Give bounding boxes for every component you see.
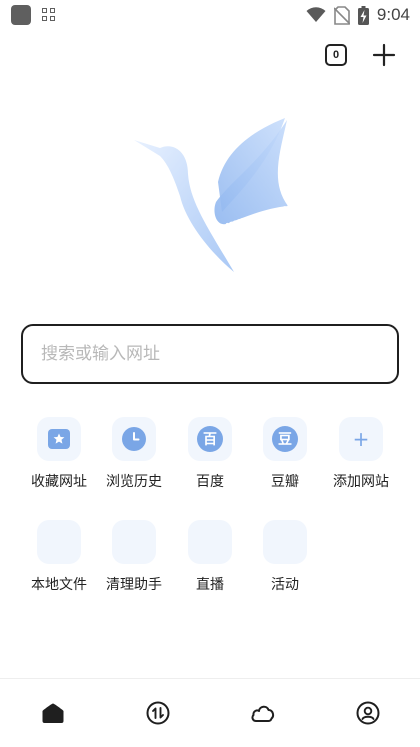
shortcut-local-files[interactable]: 本地文件 bbox=[19, 520, 99, 594]
live-icon bbox=[188, 520, 232, 564]
shortcut-bookmarks[interactable]: 收藏网址 bbox=[19, 417, 99, 491]
profile-icon bbox=[356, 701, 380, 725]
home-icon bbox=[42, 703, 64, 723]
shortcut-add-site[interactable]: + 添加网站 bbox=[321, 417, 401, 491]
shortcut-baidu[interactable]: 百 百度 bbox=[170, 417, 250, 491]
search-box[interactable] bbox=[21, 324, 399, 384]
tab-switcher-button[interactable]: 0 bbox=[325, 44, 347, 66]
douban-glyph: 豆 bbox=[272, 426, 298, 452]
shortcut-label: 百度 bbox=[196, 474, 224, 490]
baidu-glyph: 百 bbox=[197, 426, 223, 452]
battery-charging-icon bbox=[357, 5, 369, 25]
clock-icon bbox=[112, 417, 156, 461]
nav-cloud[interactable] bbox=[249, 699, 277, 727]
nav-home[interactable] bbox=[39, 699, 67, 727]
shortcut-douban[interactable]: 豆 豆瓣 bbox=[245, 417, 325, 491]
shortcut-label: 添加网站 bbox=[333, 474, 389, 490]
bottom-nav bbox=[0, 678, 420, 747]
add-icon: + bbox=[339, 417, 383, 461]
baidu-icon: 百 bbox=[188, 417, 232, 461]
grid-icon bbox=[42, 8, 56, 22]
bird-logo bbox=[134, 118, 289, 272]
shortcut-label: 本地文件 bbox=[31, 577, 87, 593]
shortcut-label: 直播 bbox=[196, 577, 224, 593]
folder-icon bbox=[37, 520, 81, 564]
shortcut-label: 清理助手 bbox=[106, 577, 162, 593]
douban-icon: 豆 bbox=[263, 417, 307, 461]
shortcut-label: 活动 bbox=[271, 577, 299, 593]
nav-transfer[interactable] bbox=[144, 699, 172, 727]
no-sim-icon bbox=[333, 5, 350, 25]
star-bookmark-icon bbox=[37, 417, 81, 461]
transfer-icon bbox=[146, 701, 170, 725]
activity-icon bbox=[263, 520, 307, 564]
shortcut-live[interactable]: 直播 bbox=[170, 520, 250, 594]
shortcut-cleaner[interactable]: 清理助手 bbox=[94, 520, 174, 594]
search-input[interactable] bbox=[41, 326, 371, 382]
nav-profile[interactable] bbox=[354, 699, 382, 727]
cloud-icon bbox=[251, 705, 275, 722]
add-glyph: + bbox=[352, 427, 370, 451]
shortcut-label: 浏览历史 bbox=[106, 474, 162, 490]
shortcut-history[interactable]: 浏览历史 bbox=[94, 417, 174, 491]
broom-icon bbox=[112, 520, 156, 564]
status-bar: 9:04 bbox=[0, 0, 420, 30]
shortcut-label: 收藏网址 bbox=[31, 474, 87, 490]
wifi-icon bbox=[306, 7, 326, 22]
plus-icon[interactable] bbox=[372, 43, 396, 67]
clock-text: 9:04 bbox=[376, 5, 410, 24]
app-icon bbox=[11, 5, 31, 25]
shortcut-label: 豆瓣 bbox=[271, 474, 299, 490]
shortcut-activity[interactable]: 活动 bbox=[245, 520, 325, 594]
